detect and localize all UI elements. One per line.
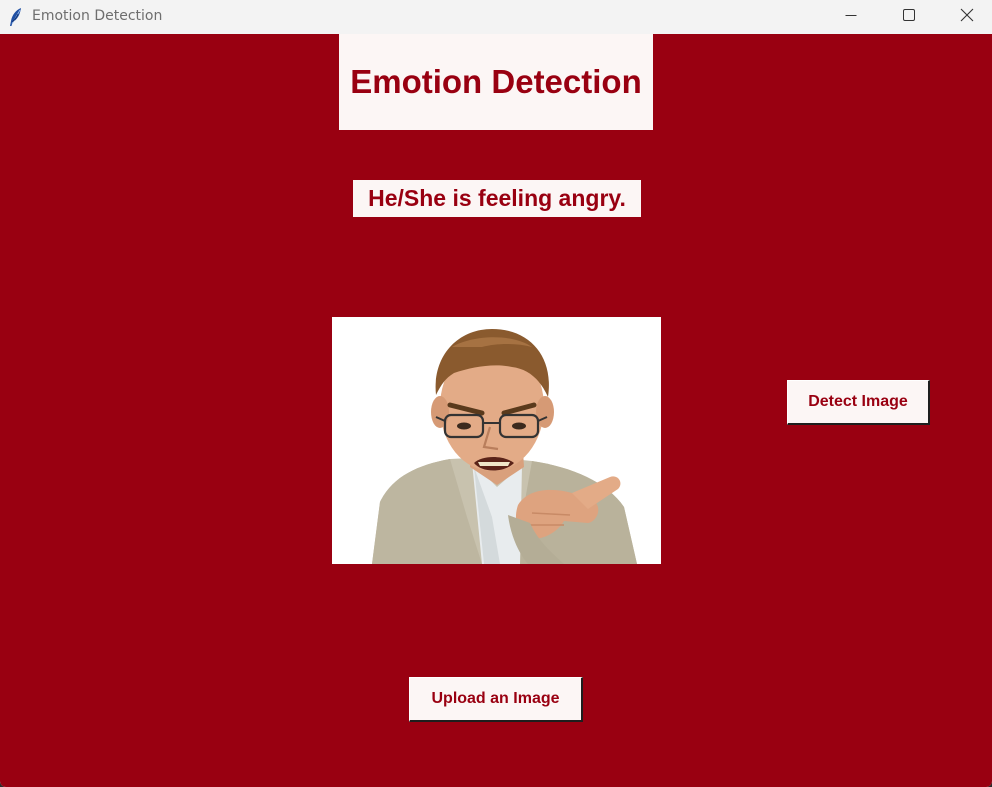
title-bar[interactable]: Emotion Detection [0, 0, 992, 34]
page-title: Emotion Detection [350, 63, 642, 100]
minimize-icon [845, 8, 857, 26]
window-title: Emotion Detection [32, 8, 163, 24]
maximize-icon [903, 8, 915, 26]
emotion-result-label: He/She is feeling angry. [368, 185, 626, 211]
feather-icon [8, 7, 24, 27]
upload-image-label: Upload an Image [431, 690, 560, 707]
minimize-button[interactable] [822, 0, 880, 34]
upload-image-button[interactable]: Upload an Image [409, 677, 583, 722]
heading-panel: Emotion Detection [339, 34, 653, 130]
uploaded-image [332, 317, 661, 564]
result-panel: He/She is feeling angry. [353, 180, 641, 217]
close-button[interactable] [938, 0, 992, 34]
maximize-button[interactable] [880, 0, 938, 34]
detect-image-label: Detect Image [808, 393, 908, 410]
close-icon [960, 8, 974, 27]
detect-image-button[interactable]: Detect Image [787, 380, 930, 425]
main-panel: Emotion Detection He/She is feeling angr… [0, 34, 992, 787]
app-window: Emotion Detection Emotion Detection He/S… [0, 0, 992, 787]
